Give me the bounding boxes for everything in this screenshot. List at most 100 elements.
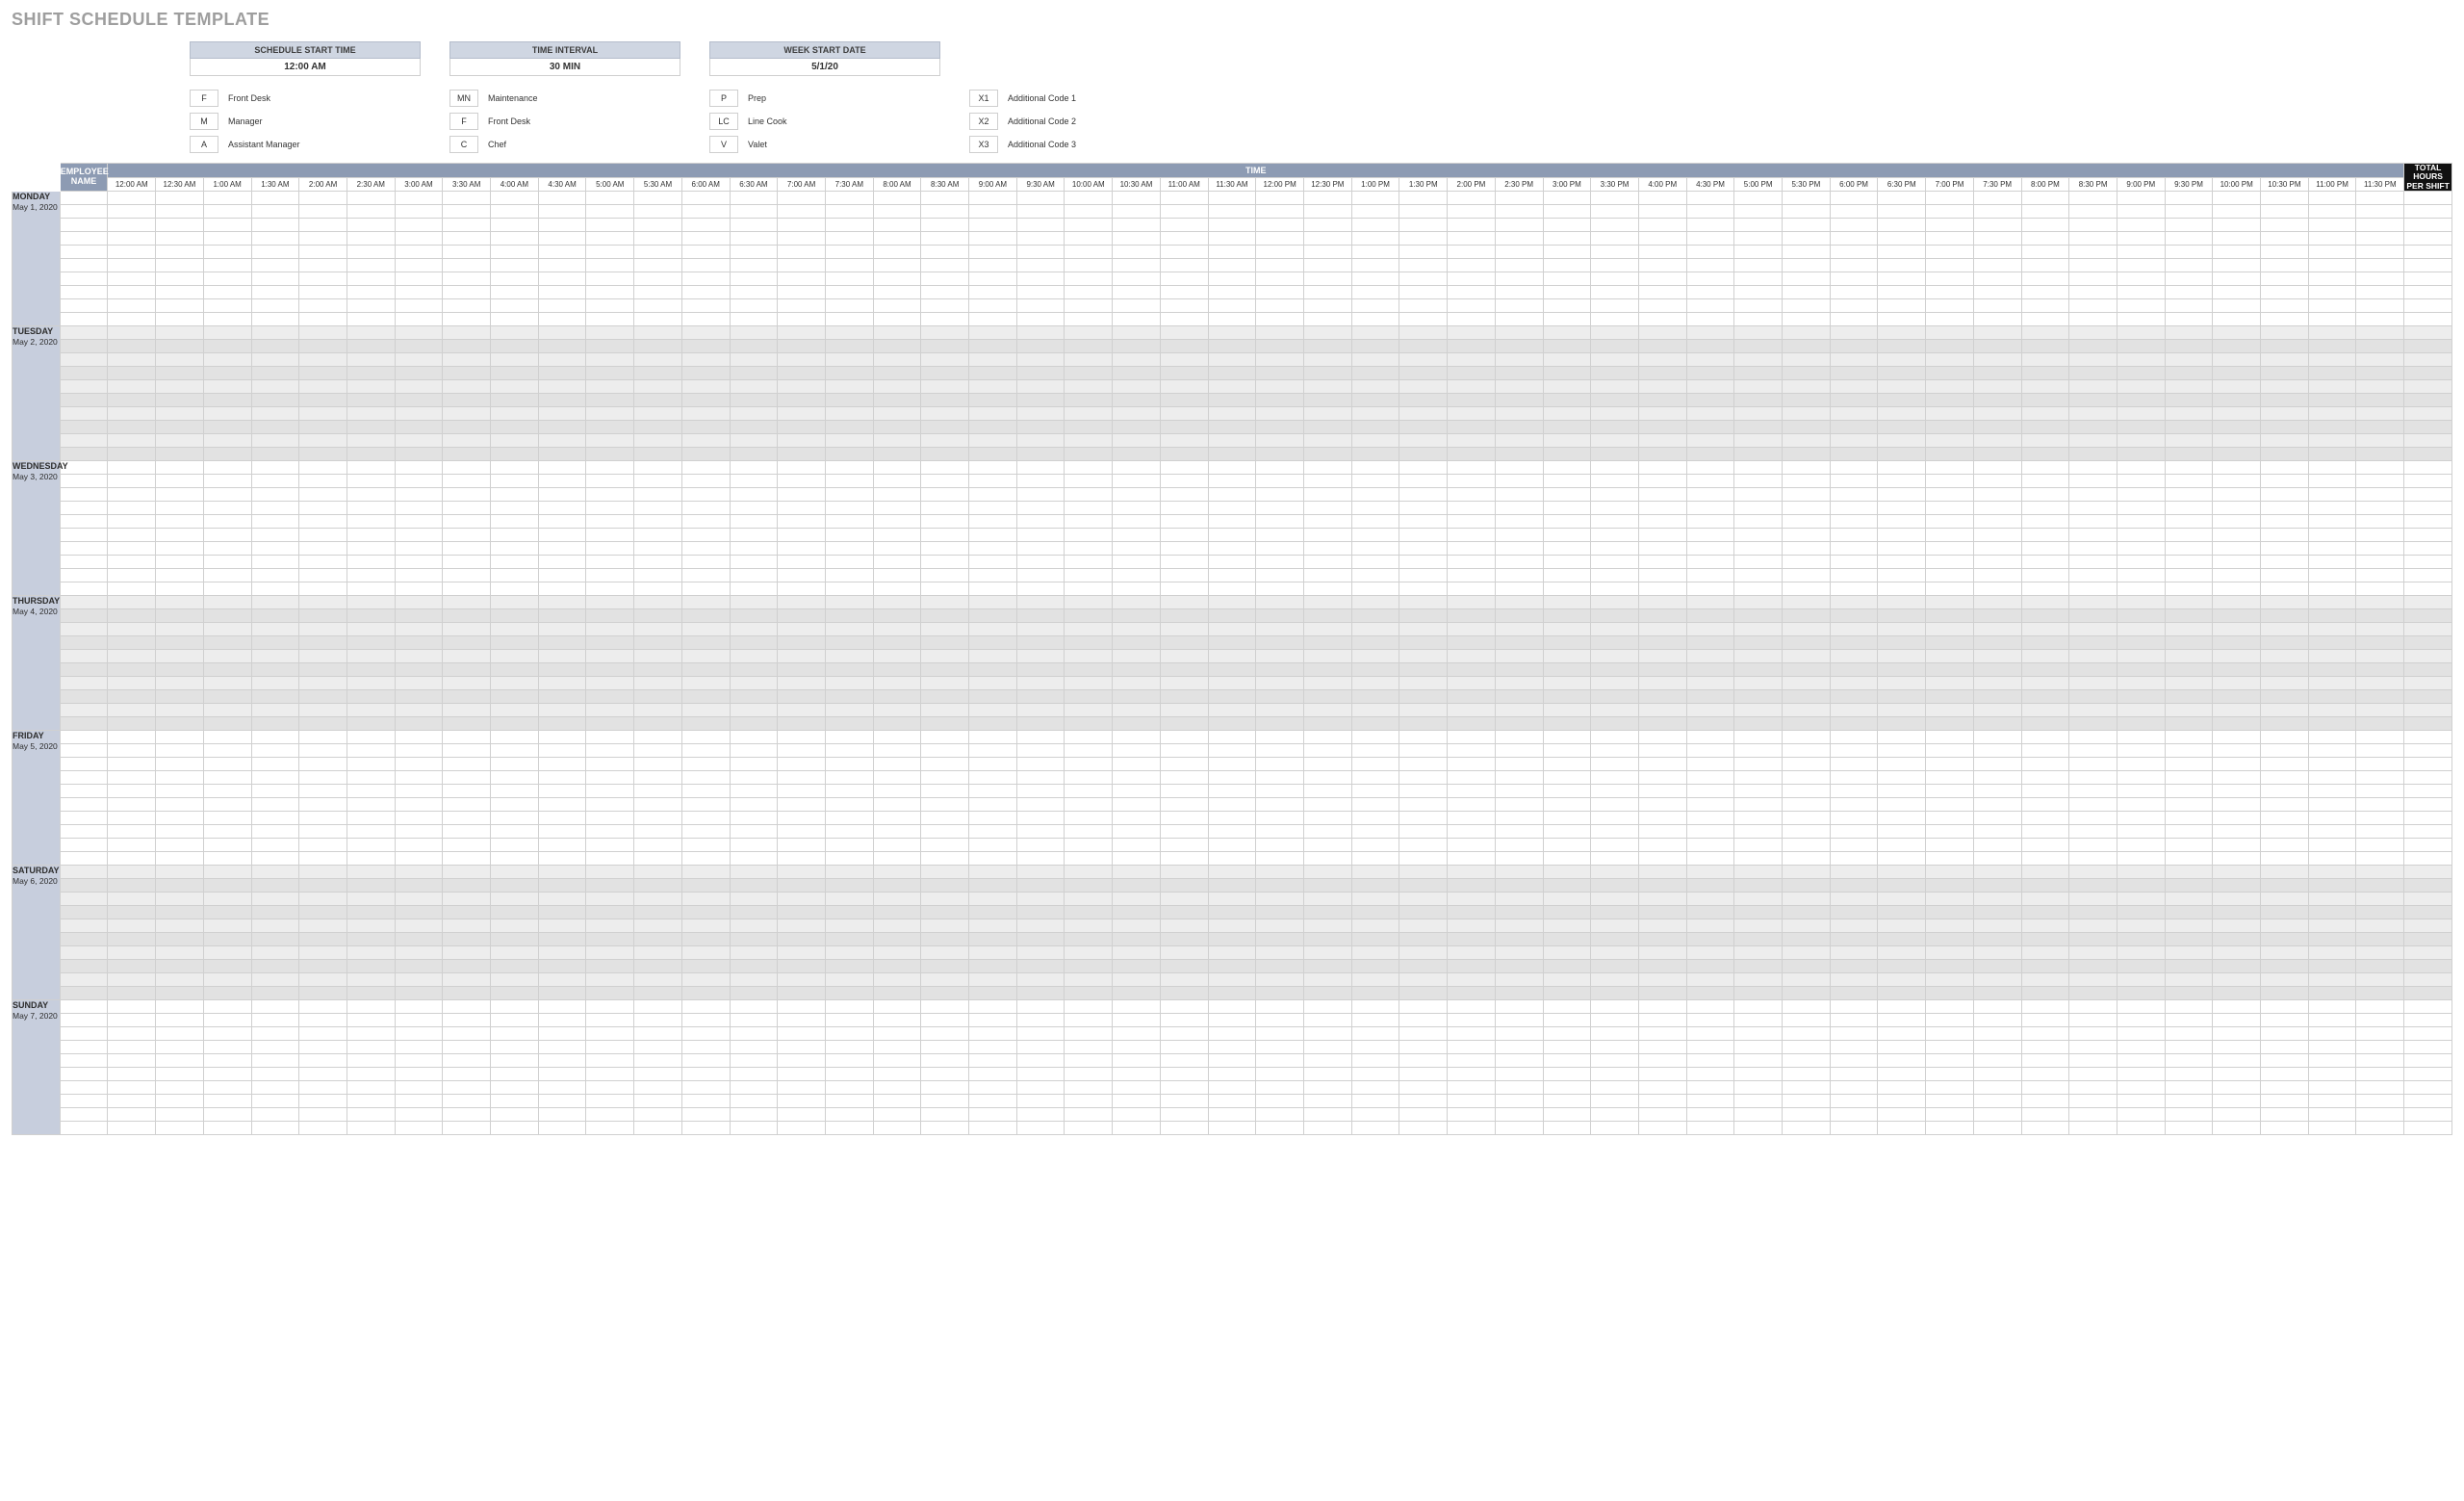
schedule-cell[interactable] bbox=[2021, 973, 2069, 987]
schedule-cell[interactable] bbox=[1208, 893, 1256, 906]
schedule-cell[interactable] bbox=[873, 893, 921, 906]
schedule-cell[interactable] bbox=[2261, 448, 2309, 461]
schedule-cell[interactable] bbox=[1351, 906, 1399, 919]
schedule-cell[interactable] bbox=[1113, 946, 1161, 960]
schedule-cell[interactable] bbox=[1208, 731, 1256, 744]
schedule-cell[interactable] bbox=[730, 272, 778, 286]
schedule-cell[interactable] bbox=[969, 946, 1017, 960]
schedule-cell[interactable] bbox=[634, 205, 682, 219]
schedule-cell[interactable] bbox=[1448, 461, 1496, 475]
schedule-cell[interactable] bbox=[1303, 407, 1351, 421]
schedule-cell[interactable] bbox=[1734, 596, 1783, 609]
schedule-cell[interactable] bbox=[969, 704, 1017, 717]
schedule-cell[interactable] bbox=[2165, 246, 2213, 259]
schedule-cell[interactable] bbox=[778, 488, 826, 502]
schedule-cell[interactable] bbox=[1973, 987, 2021, 1000]
schedule-cell[interactable] bbox=[1734, 529, 1783, 542]
schedule-cell[interactable] bbox=[1303, 852, 1351, 866]
schedule-cell[interactable] bbox=[1495, 219, 1543, 232]
schedule-cell[interactable] bbox=[299, 825, 347, 839]
schedule-cell[interactable] bbox=[2356, 313, 2404, 326]
schedule-cell[interactable] bbox=[921, 744, 969, 758]
schedule-cell[interactable] bbox=[1638, 906, 1686, 919]
schedule-cell[interactable] bbox=[1495, 1054, 1543, 1068]
schedule-cell[interactable] bbox=[1448, 1095, 1496, 1108]
schedule-cell[interactable] bbox=[2213, 650, 2261, 663]
schedule-cell[interactable] bbox=[921, 380, 969, 394]
schedule-cell[interactable] bbox=[2069, 919, 2118, 933]
schedule-cell[interactable] bbox=[1926, 973, 1974, 987]
schedule-cell[interactable] bbox=[969, 852, 1017, 866]
employee-cell[interactable] bbox=[60, 636, 108, 650]
schedule-cell[interactable] bbox=[1543, 906, 1591, 919]
schedule-cell[interactable] bbox=[778, 556, 826, 569]
schedule-cell[interactable] bbox=[1256, 906, 1304, 919]
schedule-cell[interactable] bbox=[1448, 353, 1496, 367]
schedule-cell[interactable] bbox=[1448, 960, 1496, 973]
schedule-cell[interactable] bbox=[1734, 852, 1783, 866]
schedule-cell[interactable] bbox=[1591, 582, 1639, 596]
schedule-cell[interactable] bbox=[2356, 987, 2404, 1000]
schedule-cell[interactable] bbox=[2356, 1108, 2404, 1122]
schedule-cell[interactable] bbox=[1926, 1122, 1974, 1135]
schedule-cell[interactable] bbox=[778, 650, 826, 663]
schedule-cell[interactable] bbox=[251, 987, 299, 1000]
schedule-cell[interactable] bbox=[443, 1054, 491, 1068]
schedule-cell[interactable] bbox=[299, 1000, 347, 1014]
schedule-cell[interactable] bbox=[586, 866, 634, 879]
schedule-cell[interactable] bbox=[2308, 946, 2356, 960]
schedule-cell[interactable] bbox=[969, 475, 1017, 488]
schedule-cell[interactable] bbox=[1351, 353, 1399, 367]
schedule-cell[interactable] bbox=[1448, 326, 1496, 340]
schedule-cell[interactable] bbox=[1208, 192, 1256, 205]
schedule-cell[interactable] bbox=[2021, 529, 2069, 542]
schedule-cell[interactable] bbox=[1973, 906, 2021, 919]
schedule-cell[interactable] bbox=[2213, 960, 2261, 973]
schedule-cell[interactable] bbox=[2117, 663, 2165, 677]
schedule-cell[interactable] bbox=[2261, 421, 2309, 434]
schedule-cell[interactable] bbox=[2356, 205, 2404, 219]
schedule-cell[interactable] bbox=[1543, 192, 1591, 205]
schedule-cell[interactable] bbox=[251, 785, 299, 798]
schedule-cell[interactable] bbox=[969, 636, 1017, 650]
schedule-cell[interactable] bbox=[2356, 569, 2404, 582]
schedule-cell[interactable] bbox=[825, 704, 873, 717]
schedule-cell[interactable] bbox=[1256, 893, 1304, 906]
schedule-cell[interactable] bbox=[634, 785, 682, 798]
schedule-cell[interactable] bbox=[2261, 246, 2309, 259]
schedule-cell[interactable] bbox=[395, 192, 443, 205]
schedule-cell[interactable] bbox=[443, 933, 491, 946]
schedule-cell[interactable] bbox=[2308, 919, 2356, 933]
schedule-cell[interactable] bbox=[346, 219, 395, 232]
schedule-cell[interactable] bbox=[1830, 205, 1878, 219]
schedule-cell[interactable] bbox=[1303, 502, 1351, 515]
schedule-cell[interactable] bbox=[1351, 744, 1399, 758]
schedule-cell[interactable] bbox=[156, 1000, 204, 1014]
schedule-cell[interactable] bbox=[1591, 677, 1639, 690]
schedule-cell[interactable] bbox=[1830, 839, 1878, 852]
schedule-cell[interactable] bbox=[1065, 973, 1113, 987]
schedule-cell[interactable] bbox=[1016, 866, 1065, 879]
schedule-cell[interactable] bbox=[921, 731, 969, 744]
schedule-cell[interactable] bbox=[1830, 448, 1878, 461]
schedule-cell[interactable] bbox=[1783, 704, 1831, 717]
schedule-cell[interactable] bbox=[1113, 219, 1161, 232]
schedule-cell[interactable] bbox=[1783, 744, 1831, 758]
schedule-cell[interactable] bbox=[1016, 515, 1065, 529]
schedule-cell[interactable] bbox=[1448, 717, 1496, 731]
schedule-cell[interactable] bbox=[1399, 434, 1448, 448]
schedule-cell[interactable] bbox=[1016, 1068, 1065, 1081]
schedule-cell[interactable] bbox=[395, 609, 443, 623]
schedule-cell[interactable] bbox=[1638, 623, 1686, 636]
schedule-cell[interactable] bbox=[2021, 771, 2069, 785]
schedule-cell[interactable] bbox=[203, 502, 251, 515]
schedule-cell[interactable] bbox=[156, 609, 204, 623]
schedule-cell[interactable] bbox=[395, 1108, 443, 1122]
schedule-cell[interactable] bbox=[2308, 448, 2356, 461]
schedule-cell[interactable] bbox=[1256, 192, 1304, 205]
schedule-cell[interactable] bbox=[156, 1122, 204, 1135]
schedule-cell[interactable] bbox=[346, 987, 395, 1000]
schedule-cell[interactable] bbox=[1160, 1068, 1208, 1081]
schedule-cell[interactable] bbox=[108, 1095, 156, 1108]
schedule-cell[interactable] bbox=[2261, 407, 2309, 421]
